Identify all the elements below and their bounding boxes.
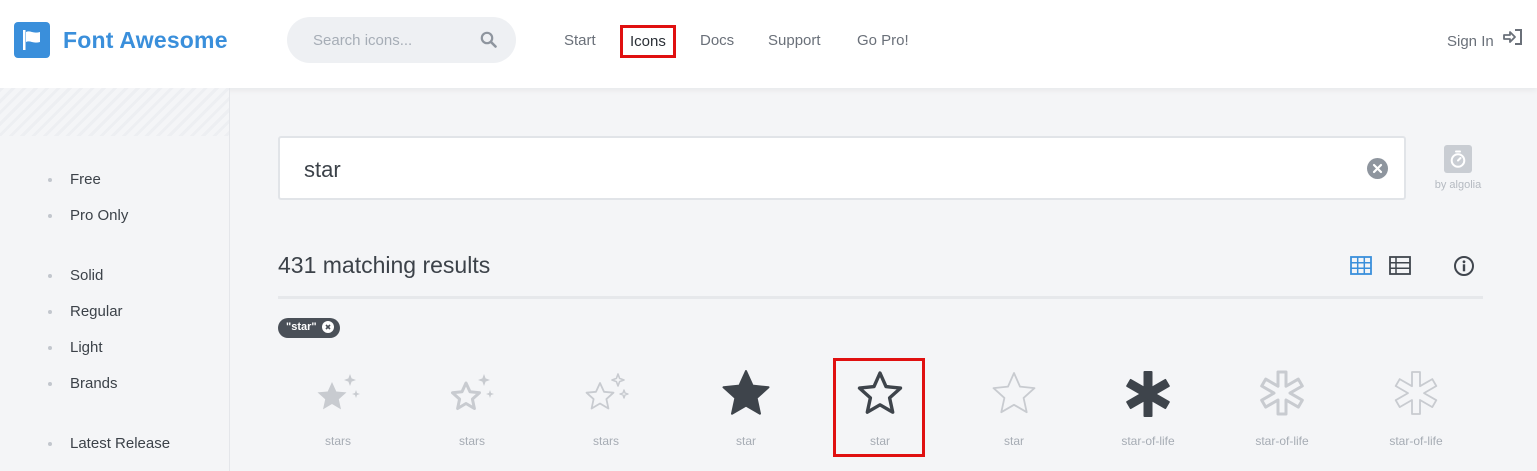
icon-result-star-light[interactable]: star (947, 362, 1081, 458)
info-icon[interactable] (1453, 255, 1475, 282)
filter-brands[interactable]: Brands (48, 375, 118, 392)
nav-icons[interactable]: Icons (620, 25, 676, 58)
filter-latest-release[interactable]: Latest Release (48, 435, 170, 452)
nav-start[interactable]: Start (564, 32, 596, 49)
top-header: Font Awesome Search icons... Start Icons… (0, 0, 1537, 88)
remove-tag-icon[interactable] (321, 321, 334, 333)
search-query: star (304, 157, 341, 182)
bullet (48, 381, 52, 386)
icon-result-label: star (1003, 434, 1024, 448)
filter-regular[interactable]: Regular (48, 303, 123, 320)
search-icon[interactable] (480, 31, 497, 53)
stars-solid-icon (317, 374, 360, 410)
star-of-life-solid-icon (1126, 371, 1170, 417)
bullet (48, 177, 52, 182)
nav-icons-label: Icons (630, 33, 666, 50)
nav-support[interactable]: Support (768, 32, 821, 49)
nav-go-pro[interactable]: Go Pro! (857, 32, 909, 49)
star-of-life-regular-icon (1260, 370, 1304, 416)
star-solid-icon (722, 370, 770, 415)
filter-label: Solid (70, 267, 104, 284)
filter-light[interactable]: Light (48, 339, 103, 356)
icon-result-stars-light[interactable]: stars (539, 362, 673, 458)
filter-label: Pro Only (70, 207, 129, 224)
icon-result-label: stars (592, 434, 619, 448)
icon-result-label: star-of-life (1389, 434, 1443, 448)
stars-light-icon (585, 373, 629, 410)
icon-result-stars-solid[interactable]: stars (271, 362, 405, 458)
top-search-input[interactable]: Search icons... (287, 17, 516, 63)
filter-free[interactable]: Free (48, 171, 101, 188)
icon-result-label: star (735, 434, 756, 448)
icon-result-label: star-of-life (1255, 434, 1309, 448)
selection-highlight (833, 358, 925, 457)
stars-regular-icon (451, 374, 494, 410)
icon-result-star-of-life-light[interactable]: star-of-life (1349, 362, 1483, 458)
table-view-icon[interactable] (1389, 256, 1411, 280)
bullet (48, 273, 52, 278)
icon-result-stars-regular[interactable]: stars (405, 362, 539, 458)
filter-sidebar (0, 88, 230, 471)
icon-result-star-of-life-regular[interactable]: star-of-life (1215, 362, 1349, 458)
filter-tag[interactable]: "star" (278, 318, 340, 338)
icon-result-label: stars (324, 434, 351, 448)
bullet (48, 441, 52, 446)
bullet (48, 213, 52, 218)
filter-label: Latest Release (70, 435, 171, 452)
sign-in-icon (1502, 28, 1524, 50)
brand-link[interactable]: Font Awesome (14, 22, 228, 58)
sidebar-pattern (0, 88, 229, 136)
sign-in-label: Sign In (1447, 33, 1494, 50)
brand-name: Font Awesome (63, 26, 228, 53)
results-divider (278, 296, 1483, 299)
filter-label: Brands (70, 375, 118, 392)
results-count: 431 matching results (278, 252, 491, 278)
filter-label: Light (70, 339, 103, 356)
icon-search-input[interactable]: star (278, 136, 1406, 200)
flag-icon (14, 22, 50, 58)
bullet (48, 309, 52, 314)
icon-result-star-of-life-solid[interactable]: star-of-life (1081, 362, 1215, 458)
sign-in-link[interactable]: Sign In (1447, 28, 1524, 50)
nav-docs[interactable]: Docs (700, 32, 734, 49)
star-light-icon (992, 372, 1036, 414)
filter-label: Free (70, 171, 101, 188)
filter-solid[interactable]: Solid (48, 267, 103, 284)
filter-tag-label: "star" (286, 321, 317, 333)
top-search-placeholder: Search icons... (313, 32, 413, 49)
algolia-label: by algolia (1434, 179, 1482, 191)
icon-result-label: stars (458, 434, 485, 448)
algolia-badge[interactable]: by algolia (1430, 145, 1486, 191)
stopwatch-icon (1444, 145, 1472, 173)
bullet (48, 345, 52, 350)
star-of-life-light-icon (1394, 371, 1438, 415)
filter-label: Regular (70, 303, 123, 320)
grid-view-icon[interactable] (1350, 256, 1372, 280)
icon-result-label: star-of-life (1121, 434, 1175, 448)
clear-search-icon[interactable] (1367, 158, 1388, 179)
icon-result-star-solid[interactable]: star (679, 362, 813, 458)
filter-pro-only[interactable]: Pro Only (48, 207, 128, 224)
